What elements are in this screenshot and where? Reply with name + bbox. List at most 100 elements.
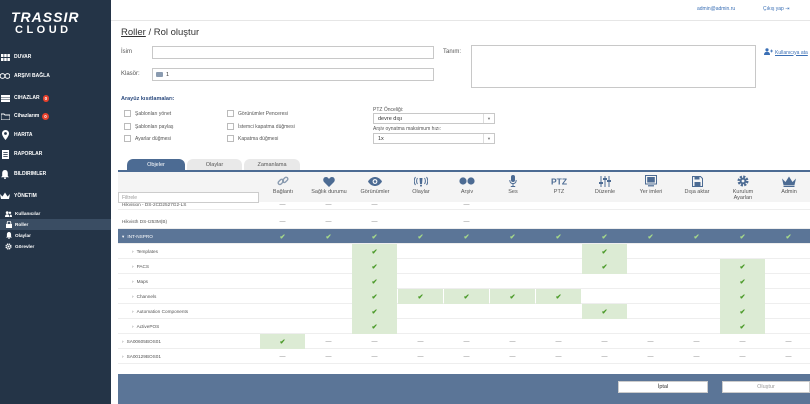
- permission-cell[interactable]: ✔: [352, 319, 397, 334]
- permission-cell[interactable]: —: [536, 349, 581, 364]
- permission-cell[interactable]: [398, 304, 443, 319]
- permission-cell[interactable]: ✔: [720, 274, 765, 289]
- permission-cell[interactable]: ✔: [490, 229, 535, 244]
- permission-cell[interactable]: [766, 199, 810, 210]
- permission-cell[interactable]: —: [720, 334, 765, 349]
- checkbox-share-templates[interactable]: Şablonları paylaş: [124, 123, 173, 130]
- permission-cell[interactable]: [536, 214, 581, 229]
- permission-cell[interactable]: [674, 259, 719, 274]
- permission-cell[interactable]: [490, 244, 535, 259]
- permission-cell[interactable]: [766, 274, 810, 289]
- permission-cell[interactable]: ✔: [490, 289, 535, 304]
- permission-cell[interactable]: ✔: [582, 229, 627, 244]
- permission-cell[interactable]: [766, 319, 810, 334]
- permission-cell[interactable]: —: [444, 349, 489, 364]
- permission-cell[interactable]: [536, 259, 581, 274]
- permission-cell[interactable]: [766, 259, 810, 274]
- permission-cell[interactable]: [766, 244, 810, 259]
- tree-row[interactable]: › ActivePOS ✔ ✔: [118, 319, 810, 334]
- expander-icon[interactable]: ›: [122, 339, 124, 344]
- permission-cell[interactable]: [398, 274, 443, 289]
- permission-cell[interactable]: —: [260, 349, 305, 364]
- checkbox-close-button[interactable]: Kapatma düğmesi: [227, 135, 278, 142]
- permission-cell[interactable]: [628, 199, 673, 210]
- permission-cell[interactable]: —: [582, 349, 627, 364]
- permission-cell[interactable]: [306, 244, 351, 259]
- permission-cell[interactable]: [260, 274, 305, 289]
- permission-cell[interactable]: —: [444, 199, 489, 210]
- permission-cell[interactable]: [674, 289, 719, 304]
- permission-cell[interactable]: [536, 319, 581, 334]
- cancel-button[interactable]: İptal: [618, 381, 708, 393]
- tree-row[interactable]: › PACS ✔ ✔ ✔: [118, 259, 810, 274]
- permission-cell[interactable]: ✔: [444, 289, 489, 304]
- permission-cell[interactable]: [536, 244, 581, 259]
- checkbox-manage-templates[interactable]: Şablonları yönet: [124, 110, 171, 117]
- sidebar-item-harita[interactable]: HARITA: [0, 128, 111, 142]
- permission-cell[interactable]: ✔: [444, 229, 489, 244]
- permission-cell[interactable]: [260, 289, 305, 304]
- permission-cell[interactable]: ✔: [582, 304, 627, 319]
- permission-cell[interactable]: [444, 319, 489, 334]
- permission-cell[interactable]: ✔: [260, 334, 305, 349]
- sidebar-subitem-kullanicilar[interactable]: Kullanıcılar: [0, 208, 111, 219]
- expander-icon[interactable]: ›: [132, 294, 134, 299]
- permission-cell[interactable]: ✔: [536, 289, 581, 304]
- tree-row[interactable]: › Automation Components ✔ ✔ ✔: [118, 304, 810, 319]
- permission-cell[interactable]: —: [628, 334, 673, 349]
- description-textarea[interactable]: [471, 45, 756, 88]
- checkbox-settings-button[interactable]: Ayarlar düğmesi: [124, 135, 171, 142]
- permission-cell[interactable]: [398, 244, 443, 259]
- ptz-priority-select[interactable]: devre dışı ▼: [373, 113, 495, 124]
- permission-cell[interactable]: [306, 289, 351, 304]
- permission-cell[interactable]: —: [260, 199, 305, 210]
- permission-cell[interactable]: [766, 304, 810, 319]
- permission-cell[interactable]: —: [352, 214, 397, 229]
- permission-cell[interactable]: ✔: [582, 244, 627, 259]
- tree-row[interactable]: ▾ INT-NSPRO ✔ ✔ ✔ ✔ ✔ ✔ ✔ ✔ ✔ ✔ ✔ ✔: [118, 229, 810, 244]
- permission-cell[interactable]: —: [260, 214, 305, 229]
- sidebar-item-yonetim[interactable]: YÖNETIM: [0, 189, 111, 203]
- permission-cell[interactable]: [720, 199, 765, 210]
- permission-cell[interactable]: ✔: [352, 244, 397, 259]
- sidebar-item-arsiv[interactable]: ARŞIVI BAĞLA: [0, 69, 111, 83]
- name-input[interactable]: [152, 46, 434, 59]
- tree-row[interactable]: › SA00129BOS01 — — — — — — — — — — — —: [118, 349, 810, 364]
- permission-cell[interactable]: ✔: [352, 259, 397, 274]
- permission-cell[interactable]: [720, 244, 765, 259]
- tree-row[interactable]: › Maps ✔ ✔: [118, 274, 810, 289]
- permission-cell[interactable]: [628, 244, 673, 259]
- permission-cell[interactable]: ✔: [766, 229, 810, 244]
- sidebar-item-cihazlar[interactable]: CIHAZLAR 0: [0, 91, 111, 105]
- permission-cell[interactable]: [444, 274, 489, 289]
- expander-icon[interactable]: ▾: [122, 234, 124, 240]
- permission-cell[interactable]: [674, 319, 719, 334]
- permission-cell[interactable]: [674, 304, 719, 319]
- tree-row[interactable]: › Templates ✔ ✔: [118, 244, 810, 259]
- permission-cell[interactable]: ✔: [720, 229, 765, 244]
- permission-cell[interactable]: [490, 199, 535, 210]
- permission-cell[interactable]: —: [352, 199, 397, 210]
- permission-cell[interactable]: [306, 319, 351, 334]
- permission-cell[interactable]: [398, 259, 443, 274]
- permission-cell[interactable]: ✔: [352, 229, 397, 244]
- checkbox-client-close-button[interactable]: İstemci kapatma düğmesi: [227, 123, 295, 130]
- permission-cell[interactable]: —: [628, 349, 673, 364]
- permission-cell[interactable]: [444, 304, 489, 319]
- permission-cell[interactable]: [490, 304, 535, 319]
- permission-cell[interactable]: —: [766, 334, 810, 349]
- permission-cell[interactable]: [536, 304, 581, 319]
- permission-cell[interactable]: [674, 274, 719, 289]
- tree-row[interactable]: Hikvision - DS-2CD2527G2-LS — — — —: [118, 199, 810, 210]
- checkbox-views-window[interactable]: Görünümler Penceresi: [227, 110, 288, 117]
- permission-cell[interactable]: [306, 304, 351, 319]
- permission-cell[interactable]: ✔: [720, 319, 765, 334]
- permission-cell[interactable]: —: [674, 334, 719, 349]
- sidebar-item-cihazlarim[interactable]: Cihazlarım 0: [0, 109, 111, 123]
- permission-cell[interactable]: ✔: [720, 259, 765, 274]
- sidebar-subitem-olaylar[interactable]: Olaylar: [0, 230, 111, 241]
- permission-cell[interactable]: —: [306, 334, 351, 349]
- permission-cell[interactable]: [628, 274, 673, 289]
- permission-cell[interactable]: [536, 199, 581, 210]
- tree-row[interactable]: › SA00605BOS01 ✔ — — — — — — — — — — —: [118, 334, 810, 349]
